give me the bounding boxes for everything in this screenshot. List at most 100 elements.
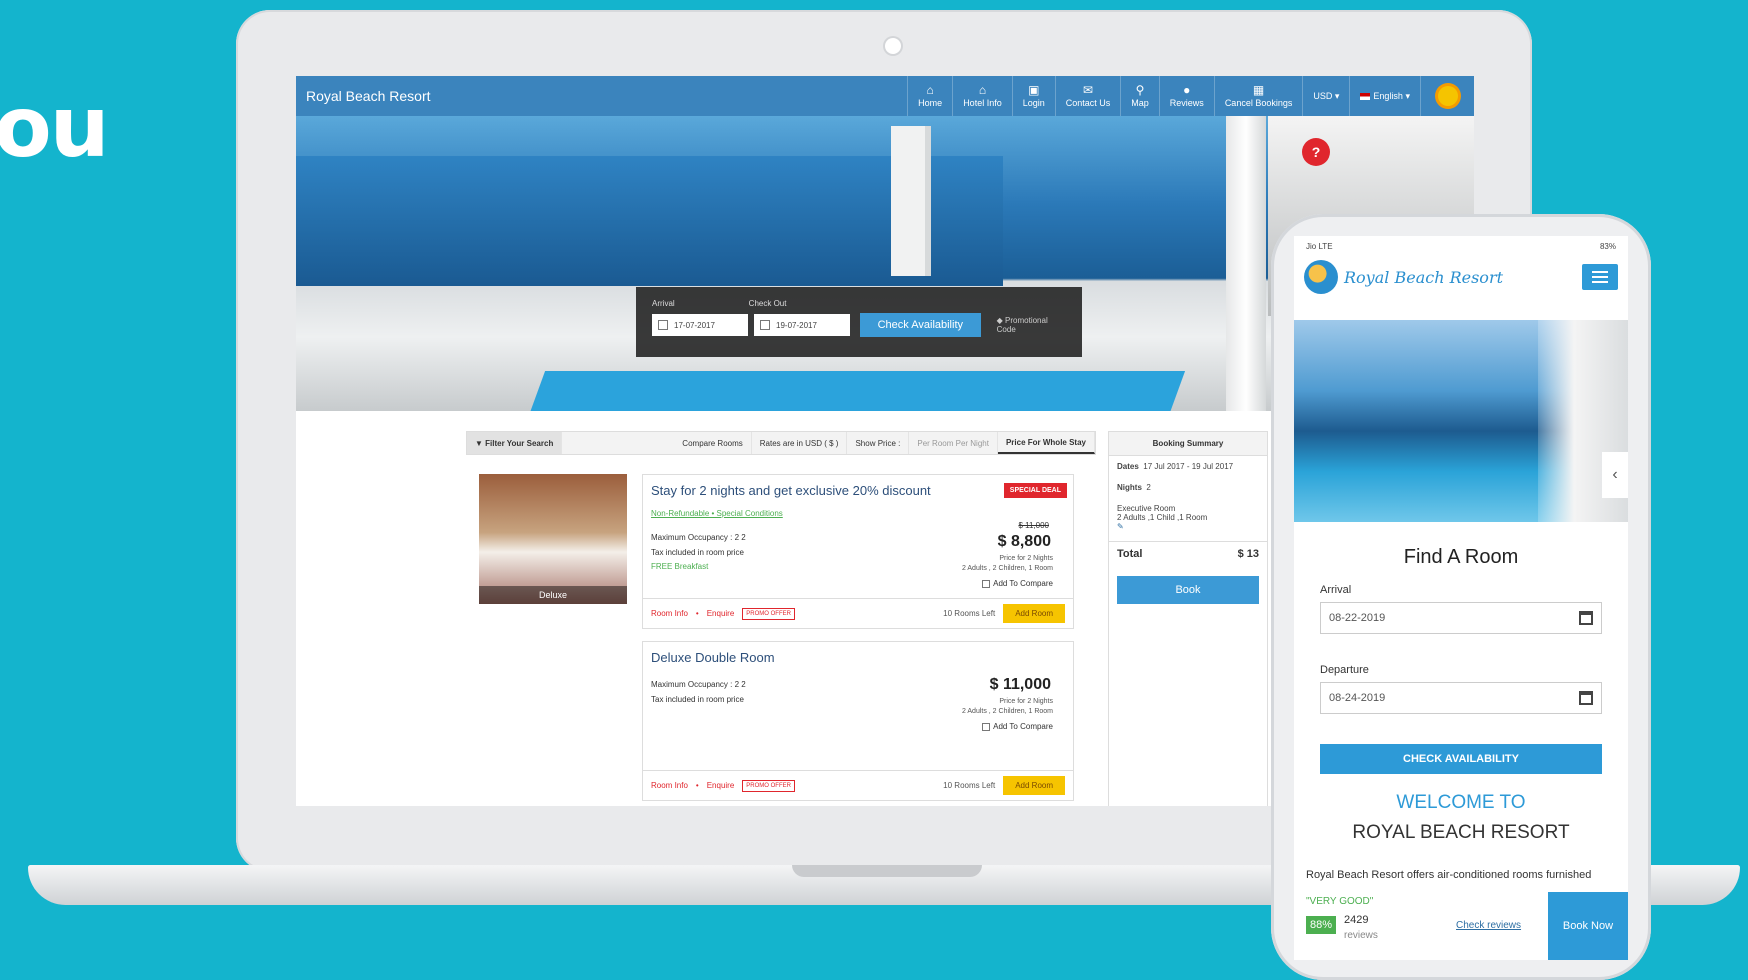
add-room-button[interactable]: Add Room bbox=[1003, 604, 1065, 623]
nav-cancel-bookings[interactable]: ▦ Cancel Bookings bbox=[1213, 76, 1303, 116]
hotel-info-icon: ⌂ bbox=[978, 83, 987, 97]
dates-label: Dates bbox=[1117, 462, 1139, 471]
welcome-heading: WELCOME TO bbox=[1396, 792, 1526, 813]
chevron-down-icon: ▾ bbox=[1334, 90, 1340, 101]
nav-contact-us[interactable]: ✉ Contact Us bbox=[1054, 76, 1121, 116]
home-icon: ⌂ bbox=[926, 83, 934, 97]
promo-label: Promotional Code bbox=[996, 316, 1048, 334]
mobile-logo[interactable]: Royal Beach Resort bbox=[1344, 268, 1576, 287]
nav-label: Login bbox=[1022, 98, 1045, 108]
brand-name[interactable]: Royal Beach Resort bbox=[296, 88, 907, 104]
compare-label: Add To Compare bbox=[993, 579, 1053, 588]
sun-logo bbox=[1420, 76, 1474, 116]
room-conditions-links[interactable]: Non-Refundable • Special Conditions bbox=[651, 509, 783, 518]
arrival-date-input[interactable]: 17-07-2017 bbox=[652, 314, 748, 336]
nav-label: Home bbox=[918, 98, 943, 108]
promo-offer-tag[interactable]: PROMO OFFER bbox=[742, 607, 795, 620]
room-title[interactable]: Stay for 2 nights and get exclusive 20% … bbox=[651, 483, 931, 498]
summary-total: Total $ 13 bbox=[1109, 541, 1267, 566]
rates-currency-text: Rates are in USD ( $ ) bbox=[752, 432, 848, 454]
add-to-compare-checkbox[interactable]: Add To Compare bbox=[982, 579, 1053, 588]
book-now-button[interactable]: Book Now bbox=[1548, 892, 1628, 960]
envelope-icon: ✉ bbox=[1082, 83, 1094, 97]
carousel-prev-arrow[interactable]: ‹ bbox=[1602, 452, 1628, 498]
nav-label: Hotel Info bbox=[963, 98, 1002, 108]
map-pin-icon: ⚲ bbox=[1135, 83, 1145, 97]
compare-rooms-button[interactable]: Compare Rooms bbox=[674, 432, 752, 454]
mobile-arrival-input[interactable]: 08-22-2019 bbox=[1320, 602, 1602, 634]
currency-dropdown[interactable]: USD ▾ bbox=[1302, 76, 1349, 116]
rooms-left: 10 Rooms Left bbox=[943, 781, 996, 790]
room-title[interactable]: Deluxe Double Room bbox=[651, 650, 775, 665]
nav-reviews[interactable]: ● Reviews bbox=[1158, 76, 1214, 116]
calendar-icon bbox=[1579, 611, 1593, 625]
book-button[interactable]: Book bbox=[1117, 576, 1259, 604]
nights-label: Nights bbox=[1117, 483, 1142, 492]
carrier: Jio LTE bbox=[1306, 241, 1333, 251]
battery-level: 83% bbox=[1599, 241, 1616, 251]
add-to-compare-checkbox[interactable]: Add To Compare bbox=[982, 722, 1053, 731]
summary-room-detail: 2 Adults ,1 Child ,1 Room bbox=[1117, 513, 1208, 522]
resort-description: Royal Beach Resort offers air-conditione… bbox=[1306, 869, 1592, 881]
promotional-code-link[interactable]: ◆ Promotional Code bbox=[997, 316, 1066, 334]
old-price: $ 11,000 bbox=[1018, 521, 1049, 530]
enquire-link[interactable]: Enquire bbox=[707, 781, 735, 790]
check-reviews-link[interactable]: Check reviews bbox=[1456, 920, 1521, 931]
summary-room: Executive Room 2 Adults ,1 Child ,1 Room ✎ bbox=[1109, 498, 1267, 537]
help-button[interactable]: ? bbox=[1302, 138, 1330, 166]
add-room-button[interactable]: Add Room bbox=[1003, 776, 1065, 795]
nav-label: Cancel Bookings bbox=[1224, 98, 1293, 108]
sun-icon bbox=[1437, 86, 1458, 106]
compare-label: Add To Compare bbox=[993, 722, 1053, 731]
enquire-link[interactable]: Enquire bbox=[707, 609, 735, 618]
mobile-check-availability-button[interactable]: CHECK AVAILABILITY bbox=[1320, 744, 1602, 774]
tab-per-room-per-night[interactable]: Per Room Per Night bbox=[909, 432, 998, 454]
arrival-date-value: 17-07-2017 bbox=[674, 320, 715, 330]
checkout-date-value: 19-07-2017 bbox=[776, 320, 817, 330]
checkout-date-input[interactable]: 19-07-2017 bbox=[754, 314, 850, 336]
booking-summary: Booking Summary Dates 17 Jul 2017 - 19 J… bbox=[1108, 431, 1268, 806]
promo-offer-tag[interactable]: PROMO OFFER bbox=[742, 779, 795, 792]
room-info-link[interactable]: Room Info bbox=[651, 781, 688, 790]
special-deal-badge: SPECIAL DEAL bbox=[1003, 483, 1067, 498]
guest-summary: 2 Adults , 2 Children, 1 Room bbox=[961, 565, 1053, 572]
rooms-left: 10 Rooms Left bbox=[943, 609, 996, 618]
hero-curtain bbox=[1226, 116, 1266, 411]
mobile-departure-input[interactable]: 08-24-2019 bbox=[1320, 682, 1602, 714]
currency-value: USD bbox=[1313, 91, 1333, 101]
mobile-hero-image: ‹ bbox=[1294, 320, 1628, 522]
tab-price-whole-stay[interactable]: Price For Whole Stay bbox=[997, 432, 1095, 454]
review-count: 2429 bbox=[1344, 914, 1369, 926]
mobile-screen: Jio LTE 83% Royal Beach Resort ‹ Find A … bbox=[1294, 236, 1628, 960]
hamburger-menu-icon[interactable] bbox=[1582, 264, 1618, 290]
check-availability-button[interactable]: Check Availability bbox=[860, 313, 981, 337]
tax-note: Tax included in room price bbox=[651, 695, 744, 704]
nav-hotel-info[interactable]: ⌂ Hotel Info bbox=[952, 76, 1012, 116]
checkbox-icon bbox=[982, 579, 991, 588]
calendar-icon bbox=[658, 320, 668, 330]
edit-icon[interactable]: ✎ bbox=[1117, 522, 1259, 531]
room-image-label: Deluxe bbox=[479, 586, 627, 604]
hero-pool bbox=[526, 371, 1186, 411]
calendar-icon bbox=[1579, 691, 1593, 705]
laptop-notch bbox=[792, 865, 982, 877]
checkout-label: Check Out bbox=[748, 299, 787, 308]
flag-icon bbox=[1360, 92, 1371, 100]
calendar-icon: ▦ bbox=[1252, 83, 1265, 97]
filter-your-search-button[interactable]: ▼ Filter Your Search bbox=[467, 432, 563, 454]
total-label: Total bbox=[1117, 548, 1143, 560]
nav-map[interactable]: ⚲ Map bbox=[1120, 76, 1159, 116]
room-info-link[interactable]: Room Info bbox=[651, 609, 688, 618]
booking-summary-title: Booking Summary bbox=[1109, 432, 1267, 456]
language-dropdown[interactable]: English ▾ bbox=[1349, 76, 1420, 116]
tax-note: Tax included in room price bbox=[651, 548, 744, 557]
room-price: $ 11,000 bbox=[989, 676, 1051, 693]
room-card: Stay for 2 nights and get exclusive 20% … bbox=[642, 474, 1074, 629]
free-breakfast: FREE Breakfast bbox=[651, 562, 709, 571]
nav-login[interactable]: ▣ Login bbox=[1011, 76, 1055, 116]
bullet-separator: • bbox=[695, 609, 699, 618]
lock-icon: ▣ bbox=[1028, 83, 1040, 97]
resort-logo-icon bbox=[1304, 260, 1338, 294]
nav-home[interactable]: ⌂ Home bbox=[907, 76, 952, 116]
room-image[interactable]: Deluxe bbox=[479, 474, 627, 604]
